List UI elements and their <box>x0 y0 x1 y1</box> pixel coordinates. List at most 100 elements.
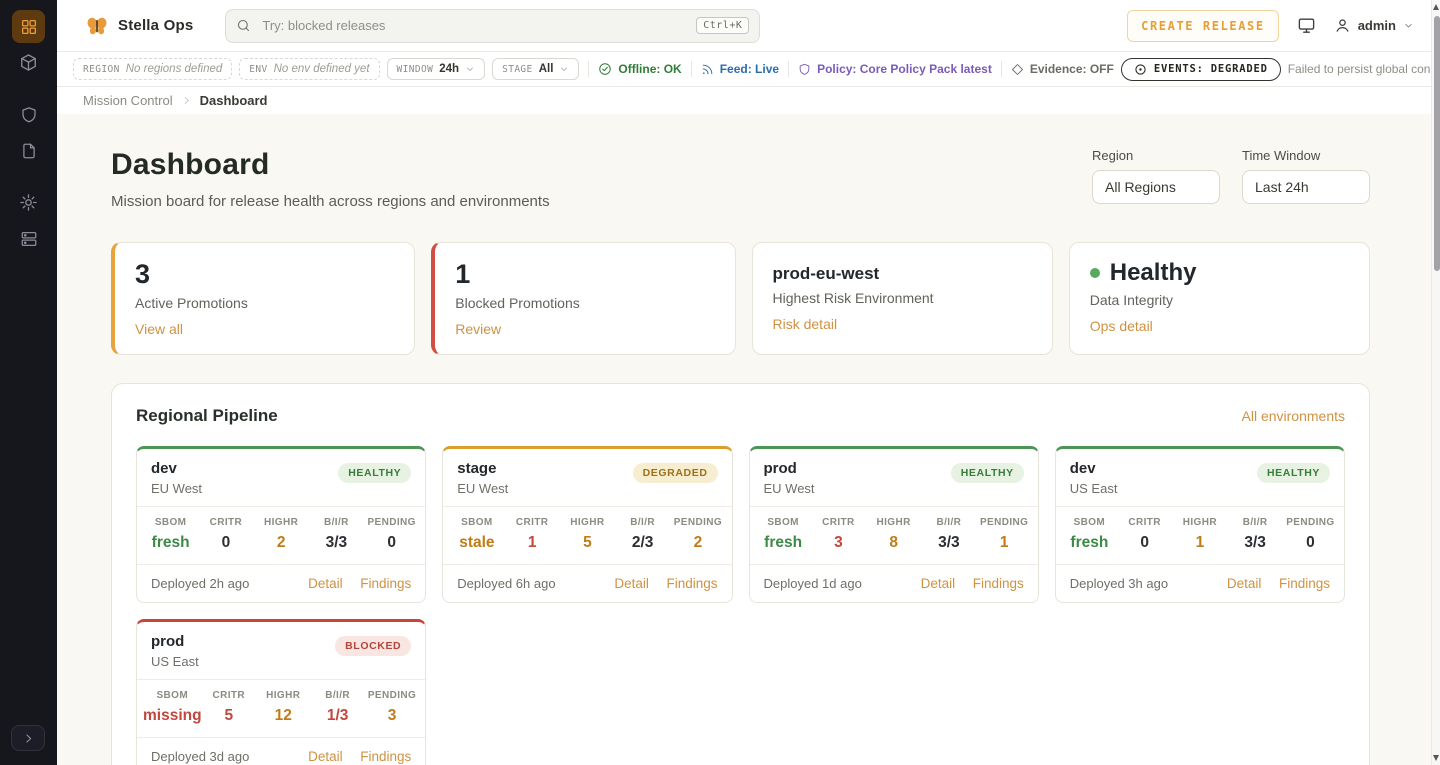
chevron-right-icon <box>181 95 192 106</box>
detail-link[interactable]: Detail <box>1227 576 1262 591</box>
user-menu[interactable]: admin <box>1334 17 1414 34</box>
pipeline-grid: dev EU West HEALTHY SBOM fresh CRITR 0 HIG… <box>136 446 1345 765</box>
metric-value: 0 <box>364 534 419 552</box>
metric-value: 2 <box>670 534 725 552</box>
gear-icon <box>19 193 38 212</box>
breadcrumb-current: Dashboard <box>200 93 268 108</box>
detail-link[interactable]: Detail <box>921 576 956 591</box>
region-filter-pill[interactable]: REGION No regions defined <box>73 58 232 80</box>
region-pill-label: REGION <box>83 64 120 75</box>
env-name: dev <box>1070 460 1118 477</box>
metric-label: HIGHR <box>1172 517 1227 528</box>
stat-card-active-promotions: 3 Active Promotions View all <box>111 242 415 355</box>
window-filter-pill[interactable]: WINDOW 24h <box>387 58 486 80</box>
page-subtitle: Mission board for release health across … <box>111 193 550 210</box>
metric-value: 0 <box>198 534 253 552</box>
findings-link[interactable]: Findings <box>1279 576 1330 591</box>
status-badge: HEALTHY <box>951 463 1024 483</box>
all-environments-link[interactable]: All environments <box>1242 408 1346 424</box>
context-filter-bar: REGION No regions defined ENV No env def… <box>57 52 1440 87</box>
detail-link[interactable]: Detail <box>308 576 343 591</box>
search-input[interactable] <box>260 17 687 34</box>
evidence-status-label: Evidence: OFF <box>1030 62 1114 76</box>
metric-label: CRITR <box>1117 517 1172 528</box>
region-select[interactable]: All Regions <box>1092 170 1220 204</box>
metric-label: PENDING <box>364 517 419 528</box>
metric-value: 1 <box>1172 534 1227 552</box>
stat-label: Blocked Promotions <box>455 295 714 311</box>
sidebar-item-settings[interactable] <box>12 186 45 219</box>
evidence-status-chip[interactable]: Evidence: OFF <box>1011 62 1114 76</box>
metric-value: 3 <box>365 707 419 725</box>
sidebar-item-releases[interactable] <box>12 46 45 79</box>
policy-status-chip[interactable]: Policy: Core Policy Pack latest <box>798 62 992 76</box>
sidebar-item-infrastructure[interactable] <box>12 222 45 255</box>
deployed-time: Deployed 2h ago <box>151 576 249 591</box>
metric-value: 3/3 <box>309 534 364 552</box>
chevron-down-icon <box>559 64 569 74</box>
metric-value: fresh <box>1062 534 1117 552</box>
metric-label: HIGHR <box>560 517 615 528</box>
findings-link[interactable]: Findings <box>360 749 411 764</box>
diamond-icon <box>1011 63 1024 76</box>
review-link[interactable]: Review <box>455 321 501 337</box>
metric-value: 0 <box>1117 534 1172 552</box>
metric-label: PENDING <box>977 517 1032 528</box>
scroll-up-arrow[interactable] <box>1433 4 1439 10</box>
offline-status-chip[interactable]: Offline: OK <box>598 62 681 76</box>
metric-value: fresh <box>756 534 811 552</box>
metric-label: SBOM <box>143 517 198 528</box>
env-filter-pill[interactable]: ENV No env defined yet <box>239 58 379 80</box>
metric-value: fresh <box>143 534 198 552</box>
metric-label: SBOM <box>143 690 202 701</box>
detail-link[interactable]: Detail <box>308 749 343 764</box>
events-status-pill[interactable]: EVENTS: DEGRADED <box>1121 58 1281 81</box>
metric-label: PENDING <box>1283 517 1338 528</box>
findings-link[interactable]: Findings <box>666 576 717 591</box>
rss-icon <box>701 63 714 76</box>
metric-value: 12 <box>256 707 310 725</box>
deployed-time: Deployed 3d ago <box>151 749 249 764</box>
stat-value: prod-eu-west <box>773 260 1032 283</box>
findings-link[interactable]: Findings <box>360 576 411 591</box>
display-mode-button[interactable] <box>1293 12 1320 39</box>
main-content: Dashboard Mission board for release heal… <box>57 114 1440 765</box>
health-dot-icon <box>1090 268 1100 278</box>
breadcrumb-parent-link[interactable]: Mission Control <box>83 93 173 108</box>
time-window-select[interactable]: Last 24h <box>1242 170 1370 204</box>
env-region: EU West <box>457 481 508 496</box>
stat-value: 1 <box>455 260 714 288</box>
pipeline-card-dev-eu-west: dev EU West HEALTHY SBOMfresh CRITR0 HIG… <box>136 446 426 603</box>
scrollbar-thumb[interactable] <box>1434 16 1440 271</box>
metric-label: CRITR <box>811 517 866 528</box>
chevron-right-icon <box>22 732 35 745</box>
env-pill-value: No env defined yet <box>274 63 370 75</box>
feed-status-chip[interactable]: Feed: Live <box>701 62 779 76</box>
stat-label: Active Promotions <box>135 295 394 311</box>
window-pill-value: 24h <box>439 63 459 75</box>
divider <box>691 61 692 77</box>
feed-status-label: Feed: Live <box>720 62 779 76</box>
sidebar-item-dashboard[interactable] <box>12 10 45 43</box>
scrollbar[interactable] <box>1431 0 1440 765</box>
risk-detail-link[interactable]: Risk detail <box>773 316 838 332</box>
page-title: Dashboard <box>111 148 550 182</box>
search-shortcut-badge: Ctrl+K <box>696 17 749 34</box>
env-region: EU West <box>151 481 202 496</box>
ops-detail-link[interactable]: Ops detail <box>1090 318 1153 334</box>
sidebar-item-documents[interactable] <box>12 134 45 167</box>
scroll-down-arrow[interactable] <box>1433 755 1439 761</box>
stage-pill-value: All <box>539 63 554 75</box>
sidebar-item-security[interactable] <box>12 98 45 131</box>
status-badge: HEALTHY <box>338 463 411 483</box>
sidebar-expand-button[interactable] <box>11 725 45 751</box>
user-icon <box>1334 17 1351 34</box>
create-release-button[interactable]: CREATE RELEASE <box>1127 10 1279 42</box>
metric-value: 3/3 <box>1228 534 1283 552</box>
findings-link[interactable]: Findings <box>973 576 1024 591</box>
detail-link[interactable]: Detail <box>614 576 649 591</box>
view-all-link[interactable]: View all <box>135 321 183 337</box>
metric-value: missing <box>143 707 202 725</box>
stage-filter-pill[interactable]: STAGE All <box>492 58 579 80</box>
search-box[interactable]: Ctrl+K <box>225 9 760 43</box>
